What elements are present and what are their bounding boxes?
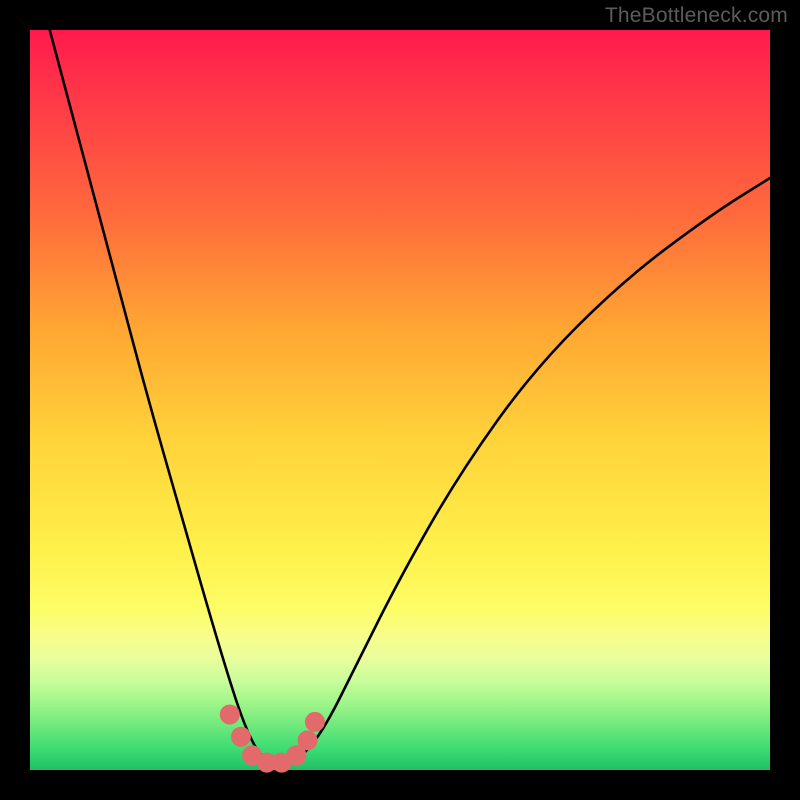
curve-marker	[298, 730, 318, 750]
chart-frame: TheBottleneck.com	[0, 0, 800, 800]
curve-marker	[305, 712, 325, 732]
watermark-text: TheBottleneck.com	[605, 4, 788, 28]
plot-area	[30, 30, 770, 770]
curve-marker	[231, 727, 251, 747]
curve-markers	[220, 705, 325, 773]
bottleneck-curve	[30, 0, 770, 763]
chart-svg	[30, 30, 770, 770]
curve-marker	[220, 705, 240, 725]
